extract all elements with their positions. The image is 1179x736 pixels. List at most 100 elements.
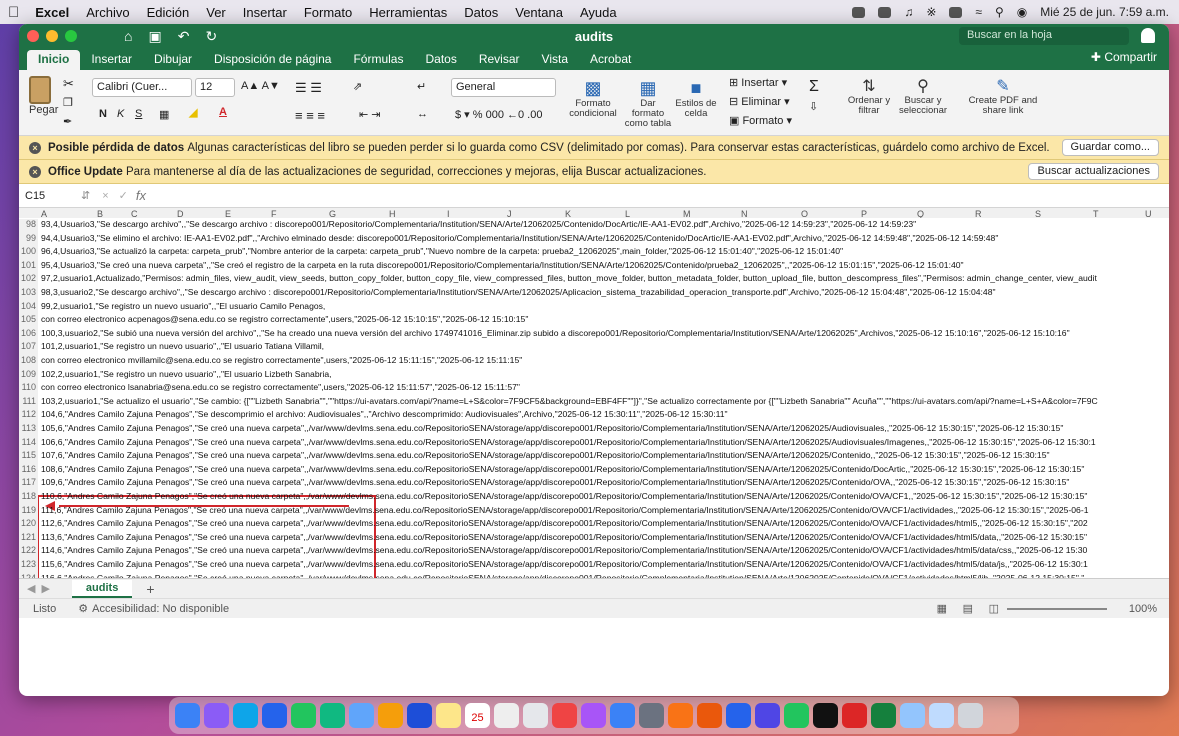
table-row[interactable]: 102,2,usuario1,"Se registro un nuevo usu… [41,369,332,379]
row-header[interactable]: 99 [19,232,38,247]
row-header[interactable]: 101 [19,259,38,274]
borders-icon[interactable]: ▦ [159,108,169,121]
table-row[interactable]: 113,6,"Andres Camilo Zajuna Penagos","Se… [41,532,1087,542]
launchpad-icon[interactable] [204,703,229,728]
insert-cells-button[interactable]: ⊞ Insertar ▾ [729,76,787,89]
zoom-button[interactable] [65,30,77,42]
row-header[interactable]: 103 [19,287,38,301]
table-row[interactable]: 111,6,"Andres Camilo Zajuna Penagos","Se… [41,505,1088,515]
format-as-table-button[interactable]: ▦ Dar formato como tabla [623,78,673,129]
downloads-stack-icon[interactable] [929,703,954,728]
extension-icon[interactable] [852,6,866,18]
paste-button[interactable]: Pegar [29,76,58,116]
trash-icon[interactable] [958,703,983,728]
cut-icon[interactable]: ✂ [63,76,74,92]
font-size-select[interactable]: 12 [195,78,235,97]
messages-icon[interactable] [320,703,345,728]
terminal-icon[interactable] [813,703,838,728]
orientation-icon[interactable]: ⇗ [353,80,362,93]
home-icon[interactable]: ⌂ [124,28,132,45]
finder-icon[interactable] [175,703,200,728]
volume-icon[interactable]: ♫ [904,5,913,19]
table-row[interactable]: 108,6,"Andres Camilo Zajuna Penagos","Se… [41,464,1084,474]
table-row[interactable]: 107,6,"Andres Camilo Zajuna Penagos","Se… [41,450,1050,460]
menu-app[interactable]: Excel [35,5,69,20]
clock[interactable]: Mié 25 de jun. 7:59 a.m. [1040,5,1169,19]
row-header[interactable]: 98 [19,219,38,233]
namebox-stepper-icon[interactable]: ⇵ [81,189,90,202]
cell-grid[interactable]: 98 93,4,Usuario3,"Se descargo archivo",,"… [19,218,1169,578]
menu-insertar[interactable]: Insertar [243,5,287,20]
firefox-icon[interactable] [697,703,722,728]
cancel-entry-icon[interactable]: × [102,190,108,202]
teams-icon[interactable] [755,703,780,728]
table-row[interactable]: 115,6,"Andres Camilo Zajuna Penagos","Se… [41,559,1088,569]
table-row[interactable]: 94,4,Usuario3,"Se elimino el archivo: IE… [41,233,998,243]
dismiss-warning-icon[interactable]: × [29,141,41,154]
wifi-icon[interactable]: ≈ [975,5,982,19]
facetime-icon[interactable] [291,703,316,728]
row-header[interactable]: 117 [19,477,38,491]
table-row[interactable]: 96,4,Usuario3,"Se actualizó la carpeta: … [41,246,843,256]
page-layout-icon[interactable]: ▤ [963,602,973,615]
name-box[interactable]: C15 [19,190,81,202]
sheet-nav-icon[interactable]: ◀▶ [27,582,56,595]
sheet-tab-audits[interactable]: audits [71,579,133,598]
row-header[interactable]: 104 [19,300,38,315]
row-header[interactable]: 106 [19,327,38,342]
font-family-select[interactable]: Calibri (Cuer... [92,78,192,97]
row-header[interactable]: 122 [19,545,38,559]
zoom-slider[interactable] [1007,608,1107,610]
page-break-icon[interactable]: ◫ [989,602,999,615]
control-center-icon[interactable]: ◉ [1017,5,1027,19]
save-icon[interactable]: ▣ [148,28,161,45]
table-row[interactable]: 93,4,Usuario3,"Se descargo archivo",,"Se… [41,219,916,229]
minimize-button[interactable] [46,30,58,42]
format-painter-icon[interactable]: ✒ [63,115,72,128]
row-header[interactable]: 112 [19,409,38,423]
tab-vista[interactable]: Vista [531,50,579,70]
accessibility-status[interactable]: Accesibilidad: No disponible [92,603,229,615]
fill-color-icon[interactable]: ◢ [189,106,197,119]
menu-ventana[interactable]: Ventana [515,5,563,20]
align-left-icon[interactable]: ≡ ≡ ≡ [295,108,325,123]
copy-icon[interactable]: ❐ [63,96,73,109]
row-header[interactable]: 107 [19,341,38,355]
row-header[interactable]: 121 [19,531,38,546]
table-row[interactable]: 106,6,"Andres Camilo Zajuna Penagos","Se… [41,437,1096,447]
tab-acrobat[interactable]: Acrobat [579,50,642,70]
bluetooth-icon[interactable]: ※ [926,5,936,19]
account-icon[interactable] [1141,28,1155,43]
number-format-select[interactable]: General [451,78,556,97]
tab-formulas[interactable]: Fórmulas [342,50,414,70]
table-row[interactable]: con correo electronico mvillamilc@sena.e… [41,355,522,365]
chrome-icon[interactable] [668,703,693,728]
fill-icon[interactable]: ⇩ [809,100,818,113]
row-header[interactable]: 102 [19,273,38,287]
row-header[interactable]: 110 [19,382,38,396]
check-updates-button[interactable]: Buscar actualizaciones [1028,163,1159,180]
undo-icon[interactable]: ↶ [178,28,190,45]
photos-icon[interactable] [378,703,403,728]
calendar-icon[interactable]: 25 [465,703,490,728]
tab-dibujar[interactable]: Dibujar [143,50,203,70]
menu-formato[interactable]: Formato [304,5,352,20]
delete-cells-button[interactable]: ⊟ Eliminar ▾ [729,95,790,108]
share-button[interactable]: ✚ Compartir [1091,50,1157,64]
format-cells-button[interactable]: ▣ Formato ▾ [729,114,792,127]
table-row[interactable]: 95,4,Usuario3,"Se creó una nueva carpeta… [41,260,964,270]
table-row[interactable]: 98,3,usuario2,"Se descargo archivo",,"Se… [41,287,996,297]
table-row[interactable]: 104,6,"Andres Camilo Zajuna Penagos","Se… [41,409,728,419]
table-row[interactable]: 109,6,"Andres Camilo Zajuna Penagos","Se… [41,477,1069,487]
apple-icon[interactable]:  [8,4,19,21]
table-row[interactable]: 112,6,"Andres Camilo Zajuna Penagos","Se… [41,518,1088,528]
tab-inicio[interactable]: Inicio [27,50,81,70]
vscode-icon[interactable] [726,703,751,728]
align-top-icon[interactable]: ☰ ☰ [295,80,322,96]
whatsapp-icon[interactable] [784,703,809,728]
menu-ver[interactable]: Ver [206,5,226,20]
menu-archivo[interactable]: Archivo [86,5,129,20]
italic-button[interactable]: K [117,108,124,120]
excel-app-icon[interactable] [871,703,896,728]
row-header[interactable]: 118 [19,491,38,505]
